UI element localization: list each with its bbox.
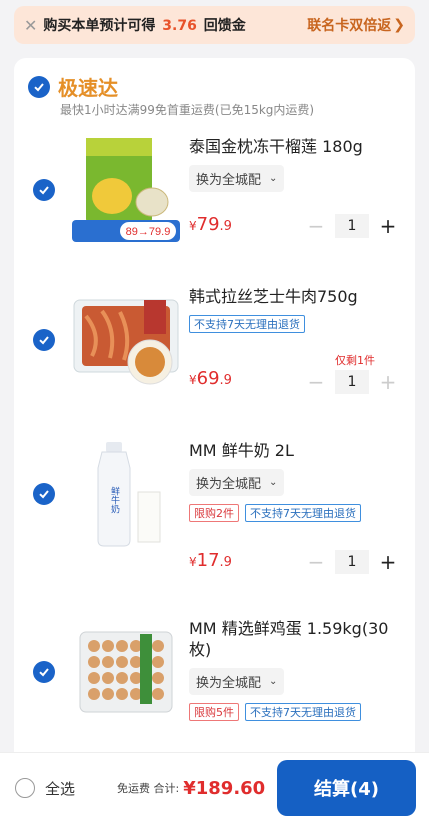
purchase-limit-tag: 限购5件 [189, 703, 239, 721]
item-info: 泰国金枕冻干榴莲 180g 换为全城配 ⌄ [189, 136, 401, 192]
cart-store-card: 极速达 最快1小时达满99免首重运费(已免15kg内运费) 89→79.9 泰国… [14, 58, 415, 818]
chevron-down-icon: ⌄ [269, 676, 278, 687]
quantity-value[interactable]: 1 [335, 370, 369, 394]
no-return-tag: 不支持7天无理由退货 [189, 315, 305, 333]
delivery-option-select[interactable]: 换为全城配 ⌄ [189, 469, 285, 496]
check-icon [39, 668, 49, 677]
shipping-total-label: 免运费 合计: [117, 782, 180, 795]
decrease-button[interactable]: − [303, 370, 329, 394]
chevron-right-icon: ❯ [393, 17, 405, 33]
stock-note: 仅剩1件 [335, 354, 375, 367]
item-title[interactable]: 韩式拉丝芝士牛肉750g [189, 286, 401, 307]
item-price: ¥69.9 [189, 368, 232, 389]
item-title[interactable]: 泰国金枕冻干榴莲 180g [189, 136, 401, 157]
svg-text:鲜牛奶: 鲜牛奶 [109, 485, 120, 514]
item-checkbox[interactable] [33, 483, 55, 505]
store-header: 极速达 [28, 72, 118, 101]
checkout-bar: 全选 免运费 合计: ¥189.60 结算(4) [0, 752, 429, 823]
item-info: MM 精选鲜鸡蛋 1.59kg(30枚) 换为全城配 ⌄ 限购5件 不支持7天无理… [189, 618, 401, 721]
product-image[interactable]: 89→79.9 [72, 136, 180, 244]
cart-item: 韩式拉丝芝士牛肉750g 不支持7天无理由退货 仅剩1件 ¥69.9 − 1 + [14, 286, 415, 416]
quantity-stepper[interactable]: − 1 + [303, 550, 401, 574]
store-delivery-note: 最快1小时达满99免首重运费(已免15kg内运费) [60, 103, 315, 117]
increase-button[interactable]: + [375, 214, 401, 238]
item-tags: 不支持7天无理由退货 [189, 315, 401, 333]
item-checkbox[interactable] [33, 329, 55, 351]
check-icon [39, 336, 49, 345]
check-icon [39, 186, 49, 195]
item-checkbox[interactable] [33, 661, 55, 683]
rebate-banner[interactable]: ✕ 购买本单预计可得 3.76 回馈金 联名卡双倍返 ❯ [14, 6, 415, 44]
delivery-option-select[interactable]: 换为全城配 ⌄ [189, 165, 285, 192]
store-name: 极速达 [58, 76, 118, 100]
rebate-text: 购买本单预计可得 3.76 回馈金 [43, 18, 246, 34]
order-total: ¥189.60 [183, 777, 266, 799]
quantity-stepper[interactable]: − 1 + [303, 370, 401, 394]
cart-item: 89→79.9 泰国金枕冻干榴莲 180g 换为全城配 ⌄ ¥79.9 − 1 + [14, 136, 415, 266]
item-tags: 限购2件 不支持7天无理由退货 [189, 504, 401, 522]
chevron-down-icon: ⌄ [269, 173, 278, 184]
product-image[interactable] [72, 618, 180, 726]
check-icon [34, 82, 44, 91]
quantity-value[interactable]: 1 [335, 550, 369, 574]
check-icon [39, 490, 49, 499]
quantity-value[interactable]: 1 [335, 214, 369, 238]
delivery-option-select[interactable]: 换为全城配 ⌄ [189, 668, 285, 695]
item-info: 韩式拉丝芝士牛肉750g 不支持7天无理由退货 [189, 286, 401, 333]
milk-bottle-image: 鲜牛奶 [97, 442, 161, 547]
rebate-amount: 3.76 [162, 18, 197, 34]
decrease-button[interactable]: − [303, 214, 329, 238]
select-all-radio[interactable] [15, 778, 35, 798]
close-icon[interactable]: ✕ [24, 16, 37, 35]
product-image[interactable]: 鲜牛奶 [72, 440, 180, 548]
store-checkbox[interactable] [28, 75, 50, 98]
durian-bag-image: 89→79.9 [72, 138, 180, 242]
cobrand-card-link[interactable]: 联名卡双倍返 ❯ [307, 15, 405, 35]
quantity-stepper[interactable]: − 1 + [303, 214, 401, 238]
decrease-button[interactable]: − [303, 550, 329, 574]
item-tags: 限购5件 不支持7天无理由退货 [189, 703, 401, 721]
egg-tray-image [79, 631, 173, 713]
item-title[interactable]: MM 精选鲜鸡蛋 1.59kg(30枚) [189, 618, 401, 660]
beef-tray-image [73, 299, 179, 385]
product-image[interactable] [72, 286, 180, 394]
no-return-tag: 不支持7天无理由退货 [245, 504, 361, 522]
item-checkbox[interactable] [33, 179, 55, 201]
no-return-tag: 不支持7天无理由退货 [245, 703, 361, 721]
item-info: MM 鲜牛奶 2L 换为全城配 ⌄ 限购2件 不支持7天无理由退货 [189, 440, 401, 522]
increase-button[interactable]: + [375, 550, 401, 574]
checkout-button[interactable]: 结算(4) [277, 760, 416, 816]
cart-item: MM 精选鲜鸡蛋 1.59kg(30枚) 换为全城配 ⌄ 限购5件 不支持7天无理… [14, 618, 415, 758]
image-price-badge: 89→79.9 [126, 226, 171, 238]
item-price: ¥17.9 [189, 550, 232, 571]
chevron-down-icon: ⌄ [269, 477, 278, 488]
select-all-label[interactable]: 全选 [45, 778, 75, 799]
cart-item: 鲜牛奶 MM 鲜牛奶 2L 换为全城配 ⌄ 限购2件 不支持7天无理由退货 ¥17… [14, 440, 415, 580]
purchase-limit-tag: 限购2件 [189, 504, 239, 522]
item-price: ¥79.9 [189, 214, 232, 235]
item-title[interactable]: MM 鲜牛奶 2L [189, 440, 401, 461]
increase-button[interactable]: + [375, 370, 401, 394]
